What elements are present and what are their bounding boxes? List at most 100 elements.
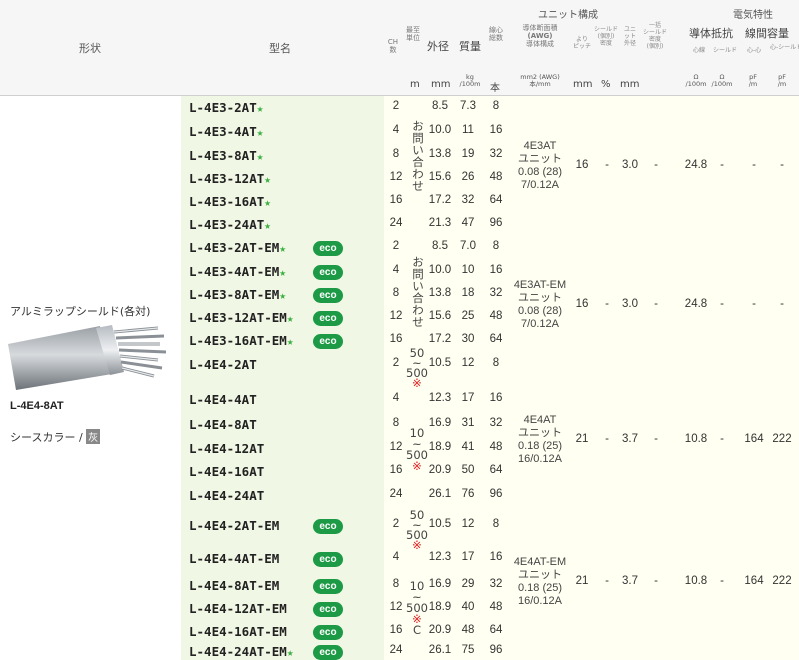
outer-diameter: 26.1 xyxy=(428,643,452,656)
model-name: L-4E3-2AT★ xyxy=(189,100,264,115)
header-cap-cc: 心-心 xyxy=(747,47,762,54)
capacitance-core-core: - xyxy=(752,298,756,310)
ch-count: 24 xyxy=(389,643,403,656)
header-capacitance: 線間容量 xyxy=(745,27,789,40)
star-icon: ★ xyxy=(264,172,271,186)
star-icon: ★ xyxy=(264,218,271,232)
star-icon: ★ xyxy=(256,125,264,139)
header-cap-cs: 心-シールド xyxy=(770,44,799,51)
header-ch: CH 数 xyxy=(387,38,399,54)
conductor-resistance-shield: - xyxy=(720,432,724,445)
overall-shield: - xyxy=(654,574,658,587)
capacitance-core-core: 164 xyxy=(744,432,764,445)
model-name: L-4E4-4AT xyxy=(189,392,257,407)
eco-badge-icon: eco xyxy=(313,310,343,326)
unit-od: mm xyxy=(620,79,640,90)
shield-density: - xyxy=(605,158,609,171)
conductor-resistance-core: 24.8 xyxy=(684,158,708,171)
outer-diameter: 17.2 xyxy=(428,193,452,206)
star-icon: ★ xyxy=(286,311,294,325)
unit-spec: 4E3AT-EM ユニット 0.08 (28) 7/0.12A xyxy=(513,279,567,330)
outer-diameter: 10.5 xyxy=(428,518,452,530)
model-name: L-4E3-4AT-EM★ xyxy=(189,263,286,279)
wire-count: 16 xyxy=(489,392,503,404)
unit-od: 3.7 xyxy=(622,574,638,587)
outer-diameter: 13.8 xyxy=(428,147,452,160)
header-conductor: 導体断面積 (AWG) 導体構成 xyxy=(522,24,558,48)
ch-count: 12 xyxy=(389,309,403,322)
star-icon: ★ xyxy=(279,288,286,302)
mass-value: 31 xyxy=(461,416,475,429)
model-name: L-4E4-12AT-EM xyxy=(189,600,287,616)
outer-diameter: 10.0 xyxy=(428,263,452,276)
mass-value: 18 xyxy=(461,286,475,299)
mass-value: 11 xyxy=(462,123,474,136)
model-name: L-4E4-2AT xyxy=(189,356,257,372)
eco-badge-icon: eco xyxy=(313,624,343,640)
conductor-resistance-core: 10.8 xyxy=(684,432,708,445)
unit-spec: 4E4AT-EM ユニット 0.18 (25) 16/0.12A xyxy=(513,555,567,607)
spec-table: 形状 型名 CH 数 最至 単位 外径 質量 線心 総数 ユニット構成 導体断面積 (A… xyxy=(0,0,799,660)
header-shape: 形状 xyxy=(79,42,101,55)
wire-count: 16 xyxy=(489,263,503,276)
ch-count: 8 xyxy=(392,416,400,429)
conductor-resistance-shield: - xyxy=(720,574,724,587)
unit-ohm1: Ω/100m xyxy=(685,73,707,88)
eco-badge-icon: eco xyxy=(313,578,343,594)
eco-badge-icon: eco xyxy=(313,552,343,567)
model-name: L-4E3-8AT★ xyxy=(189,147,264,163)
wire-count: 96 xyxy=(489,643,503,656)
outer-diameter: 21.3 xyxy=(428,216,452,229)
unit-wires: 本 xyxy=(490,83,500,94)
mass-value: 26 xyxy=(461,170,475,183)
model-name: L-4E4-8AT-EM xyxy=(189,577,280,593)
mass-value: 41 xyxy=(461,440,475,453)
wire-count: 96 xyxy=(489,216,503,229)
header-unit-od: ユニ ット 外径 xyxy=(623,26,636,47)
unit-range-2: 10 ~500 ※ xyxy=(406,426,428,473)
header-unit-config: ユニット構成 xyxy=(538,10,598,21)
mass-value: 7.3 xyxy=(460,100,476,112)
wire-count: 64 xyxy=(489,623,503,636)
unit-m: m xyxy=(410,79,420,90)
mass-value: 12 xyxy=(461,518,475,530)
mass-value: 29 xyxy=(461,577,475,590)
model-name: L-4E4-16AT xyxy=(189,463,265,479)
header-cond-res: 導体抵抗 xyxy=(689,27,733,40)
wire-count: 48 xyxy=(489,170,503,183)
outer-diameter: 10.0 xyxy=(428,123,452,136)
wire-count: 8 xyxy=(492,356,500,369)
mass-value: 76 xyxy=(461,487,475,500)
star-icon: ★ xyxy=(256,149,264,163)
order-note-2: お問い合わせ xyxy=(412,255,424,329)
header-model: 型名 xyxy=(269,42,291,55)
header-res-shield: シールド xyxy=(713,47,738,54)
header-unit-pack: 最至 単位 xyxy=(406,26,420,42)
model-name: L-4E3-4AT★ xyxy=(189,123,264,139)
wire-count: 48 xyxy=(489,440,503,453)
model-name: L-4E4-16AT-EM xyxy=(189,623,287,639)
ch-count: 4 xyxy=(392,123,400,136)
twist-pitch: 16 xyxy=(575,158,589,171)
eco-badge-icon: eco xyxy=(313,644,343,660)
mass-value: 32 xyxy=(461,193,475,206)
model-name: L-4E3-12AT★ xyxy=(189,170,271,186)
header-shield-density: シールド (個別) 密度 xyxy=(594,26,619,47)
model-name: L-4E4-24AT xyxy=(189,487,265,503)
mass-value: 19 xyxy=(461,147,475,160)
unit-mm: mm xyxy=(431,79,451,90)
ch-count: 2 xyxy=(392,100,400,112)
capacitance-core-shield: 222 xyxy=(772,432,792,445)
wire-count: 64 xyxy=(489,332,503,345)
ch-count: 16 xyxy=(389,623,403,636)
ch-count: 8 xyxy=(392,577,400,590)
mass-value: 7.0 xyxy=(460,239,476,252)
twist-pitch: 21 xyxy=(575,432,589,445)
outer-diameter: 10.5 xyxy=(428,356,452,369)
unit-od: 3.0 xyxy=(622,298,638,310)
ch-count: 12 xyxy=(389,440,403,453)
mass-value: 12 xyxy=(461,356,475,369)
sheath-color-label: シースカラー / 灰 xyxy=(10,429,101,444)
eco-badge-icon: eco xyxy=(313,287,343,303)
wire-count: 96 xyxy=(489,487,503,500)
